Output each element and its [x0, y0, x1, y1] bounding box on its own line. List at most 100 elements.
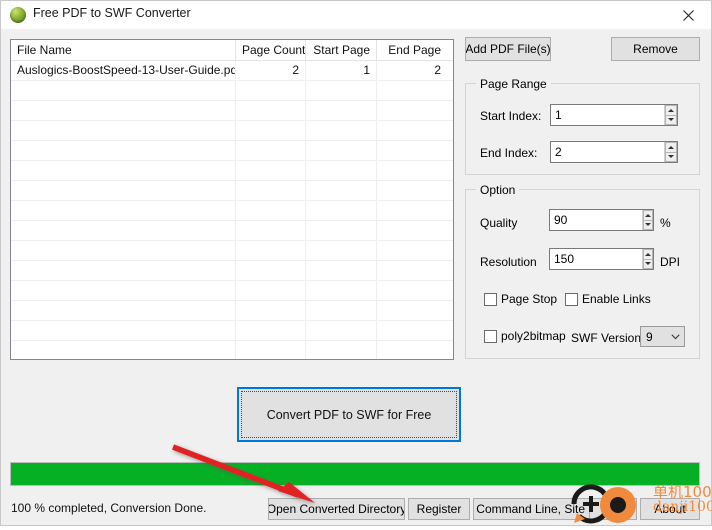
cell-end-page — [377, 281, 447, 300]
enable-links-checkbox-box[interactable] — [565, 292, 578, 306]
register-button[interactable]: Register — [408, 498, 470, 520]
table-row[interactable] — [11, 341, 453, 359]
option-group: Option Quality % Resolution DPI Page Sto… — [465, 183, 700, 359]
file-list[interactable]: File Name Page Count Start Page End Page… — [10, 39, 454, 360]
cell-file-name — [11, 341, 236, 359]
cell-end-page — [377, 121, 447, 140]
cell-page-count — [236, 301, 306, 320]
column-header-end-page[interactable]: End Page — [377, 40, 447, 60]
table-row[interactable] — [11, 81, 453, 101]
cell-page-count — [236, 121, 306, 140]
cell-start-page — [306, 281, 377, 300]
cell-page-count — [236, 141, 306, 160]
cell-file-name — [11, 241, 236, 260]
cell-file-name — [11, 201, 236, 220]
start-index-input[interactable] — [551, 105, 665, 125]
end-index-spin-buttons[interactable] — [664, 142, 677, 162]
cell-end-page — [377, 341, 447, 359]
end-index-label: End Index: — [480, 146, 538, 160]
cell-end-page — [377, 241, 447, 260]
start-index-increment-button[interactable] — [665, 105, 677, 115]
swf-version-select[interactable]: 9 — [640, 326, 685, 347]
chevron-down-icon — [666, 333, 684, 340]
column-header-file-name[interactable]: File Name — [11, 40, 236, 60]
end-index-stepper[interactable] — [550, 141, 678, 163]
page-stop-checkbox[interactable]: Page Stop — [484, 292, 557, 306]
close-icon[interactable] — [666, 1, 711, 29]
cell-page-count — [236, 161, 306, 180]
cell-start-page — [306, 241, 377, 260]
cell-end-page — [377, 321, 447, 340]
cell-end-page — [377, 81, 447, 100]
title-bar: Free PDF to SWF Converter — [1, 1, 711, 29]
table-row[interactable] — [11, 161, 453, 181]
table-row[interactable] — [11, 281, 453, 301]
resolution-unit-label: DPI — [660, 255, 681, 269]
table-row[interactable] — [11, 221, 453, 241]
cell-end-page — [377, 221, 447, 240]
cell-end-page — [377, 181, 447, 200]
cell-file-name — [11, 161, 236, 180]
quality-stepper[interactable] — [549, 209, 654, 231]
end-index-input[interactable] — [551, 142, 665, 162]
quality-spin-buttons[interactable] — [642, 210, 653, 230]
cell-start-page — [306, 301, 377, 320]
about-button[interactable]: About — [640, 498, 700, 520]
poly2bitmap-checkbox[interactable]: poly2bitmap — [484, 329, 566, 343]
cell-start-page: 1 — [306, 61, 377, 80]
end-index-decrement-button[interactable] — [665, 151, 677, 162]
table-row[interactable] — [11, 321, 453, 341]
column-header-page-count[interactable]: Page Count — [236, 40, 306, 60]
cell-end-page: 2 — [434, 63, 441, 77]
enable-links-checkbox[interactable]: Enable Links — [565, 292, 651, 306]
remove-button[interactable]: Remove — [611, 37, 700, 61]
table-row[interactable] — [11, 241, 453, 261]
table-row[interactable] — [11, 141, 453, 161]
cell-page-count — [236, 181, 306, 200]
ok-button[interactable]: OK — [589, 498, 637, 520]
cell-file-name — [11, 221, 236, 240]
resolution-increment-button[interactable] — [643, 249, 653, 259]
table-row[interactable] — [11, 301, 453, 321]
application-window: Free PDF to SWF Converter File Name Page… — [0, 0, 712, 526]
cell-page-count — [236, 201, 306, 220]
start-index-stepper[interactable] — [550, 104, 678, 126]
resolution-spin-buttons[interactable] — [642, 249, 653, 269]
start-index-decrement-button[interactable] — [665, 114, 677, 125]
quality-label: Quality — [480, 216, 518, 230]
file-list-header: File Name Page Count Start Page End Page — [11, 40, 453, 61]
table-row[interactable] — [11, 201, 453, 221]
cell-end-page — [377, 301, 447, 320]
cell-page-count — [236, 261, 306, 280]
option-legend: Option — [476, 183, 520, 197]
start-index-label: Start Index: — [480, 109, 542, 123]
table-row[interactable] — [11, 261, 453, 281]
page-stop-checkbox-box[interactable] — [484, 292, 497, 306]
quality-increment-button[interactable] — [643, 210, 653, 220]
table-row[interactable] — [11, 121, 453, 141]
quality-unit-label: % — [660, 216, 671, 230]
end-index-increment-button[interactable] — [665, 142, 677, 152]
add-pdf-files-button[interactable]: Add PDF File(s) — [465, 37, 551, 61]
resolution-input[interactable] — [550, 249, 643, 269]
open-converted-directory-button[interactable]: Open Converted Directory — [268, 498, 405, 520]
poly2bitmap-checkbox-box[interactable] — [484, 329, 497, 343]
cell-start-page — [306, 221, 377, 240]
cell-page-count: 2 — [236, 61, 306, 80]
cell-page-count — [236, 321, 306, 340]
quality-input[interactable] — [550, 210, 643, 230]
table-row[interactable] — [11, 101, 453, 121]
quality-decrement-button[interactable] — [643, 219, 653, 230]
start-index-spin-buttons[interactable] — [664, 105, 677, 125]
cell-start-page — [306, 201, 377, 220]
cell-file-name: Auslogics-BoostSpeed-13-User-Guide.pdf — [11, 61, 236, 80]
cell-file-name — [11, 281, 236, 300]
column-header-start-page[interactable]: Start Page — [306, 40, 377, 60]
convert-pdf-to-swf-button[interactable]: Convert PDF to SWF for Free — [237, 387, 461, 442]
table-row[interactable] — [11, 181, 453, 201]
table-row[interactable]: Auslogics-BoostSpeed-13-User-Guide.pdf 2 1… — [11, 61, 453, 81]
cell-file-name — [11, 121, 236, 140]
progress-bar — [10, 462, 700, 486]
resolution-stepper[interactable] — [549, 248, 654, 270]
resolution-decrement-button[interactable] — [643, 258, 653, 269]
